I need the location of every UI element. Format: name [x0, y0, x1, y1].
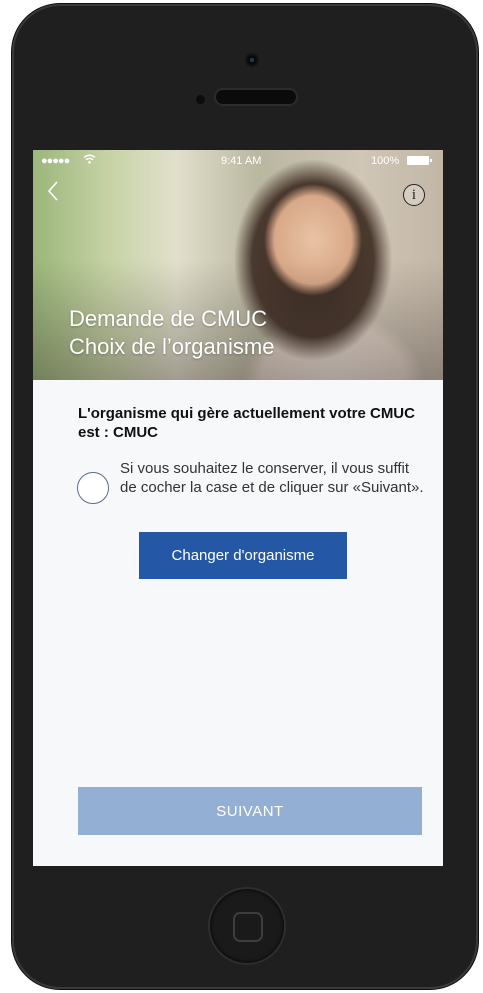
wifi-icon — [83, 153, 96, 167]
app-screen: ●●●●● 9:41 AM 100% i Demande de CMUC Cho… — [33, 150, 443, 866]
keep-organism-radio[interactable] — [77, 472, 109, 504]
change-organism-button[interactable]: Changer d'organisme — [139, 532, 347, 579]
status-time: 9:41 AM — [221, 155, 262, 167]
battery-percent: 100% — [371, 155, 400, 167]
back-chevron-icon[interactable] — [47, 180, 67, 208]
home-square-icon — [233, 912, 263, 942]
main-content: L'organisme qui gère actuellement votre … — [33, 380, 443, 866]
signal-indicator: ●●●●● — [41, 155, 70, 167]
keep-organism-help: Si vous souhaitez le conserver, il vous … — [120, 460, 424, 496]
next-button[interactable]: SUIVANT — [78, 787, 422, 835]
front-camera — [247, 55, 257, 65]
proximity-sensor — [196, 95, 205, 104]
home-button[interactable] — [210, 889, 284, 963]
status-bar: ●●●●● 9:41 AM 100% — [33, 150, 443, 172]
current-organism-heading: L'organisme qui gère actuellement votre … — [78, 405, 415, 441]
page-title: Demande de CMUC Choix de l’organisme — [69, 305, 369, 361]
info-icon[interactable]: i — [403, 184, 425, 206]
battery-icon — [407, 156, 432, 165]
earpiece-speaker — [216, 90, 296, 104]
page-title-line2: Choix de l’organisme — [69, 334, 275, 359]
page-title-line1: Demande de CMUC — [69, 306, 268, 331]
